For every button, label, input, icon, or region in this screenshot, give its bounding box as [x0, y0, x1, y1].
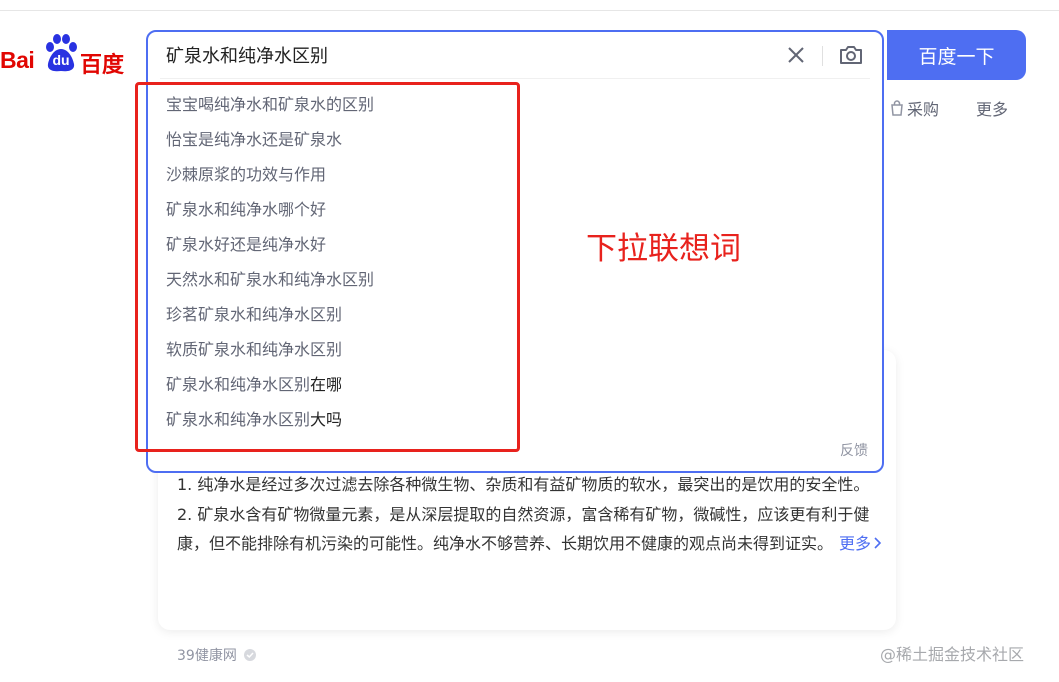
close-icon[interactable]	[785, 44, 807, 66]
top-divider	[0, 10, 1059, 11]
dropdown-separator	[160, 78, 870, 79]
input-divider	[822, 46, 823, 66]
answer-line-2: 2. 矿泉水含有矿物微量元素，是从深层提取的自然资源，富含稀有矿物，微碱性，应该…	[177, 500, 887, 559]
shield-icon	[243, 649, 256, 661]
source-label[interactable]: 39健康网	[177, 645, 257, 665]
logo-du-text: du	[52, 52, 70, 68]
answer-more-link[interactable]: 更多	[839, 534, 883, 553]
answer-text: 1. 纯净水是经过多次过滤去除各种微生物、杂质和有益矿物质的软水，最突出的是饮用…	[177, 470, 887, 559]
tab-more[interactable]: 更多	[976, 96, 1008, 120]
watermark: @稀土掘金技术社区	[880, 645, 1025, 664]
answer-line-1: 1. 纯净水是经过多次过滤去除各种微生物、杂质和有益矿物质的软水，最突出的是饮用…	[177, 475, 870, 494]
chevron-right-icon	[874, 537, 882, 549]
tab-caigou-label: 采购	[907, 100, 940, 119]
annotation-label: 下拉联想词	[586, 231, 741, 267]
camera-icon[interactable]	[838, 43, 864, 67]
tab-caigou[interactable]: 采购	[889, 96, 939, 120]
shopping-bag-icon	[891, 100, 903, 116]
baidu-logo[interactable]: Bai du 百度	[0, 34, 130, 78]
search-input[interactable]	[166, 44, 766, 65]
logo-chinese-text: 百度	[80, 53, 125, 78]
search-button[interactable]: 百度一下	[887, 30, 1026, 80]
feedback-link[interactable]: 反馈	[840, 440, 868, 460]
logo-latin-text: Bai	[0, 47, 35, 73]
annotation-highlight-box	[135, 82, 520, 452]
